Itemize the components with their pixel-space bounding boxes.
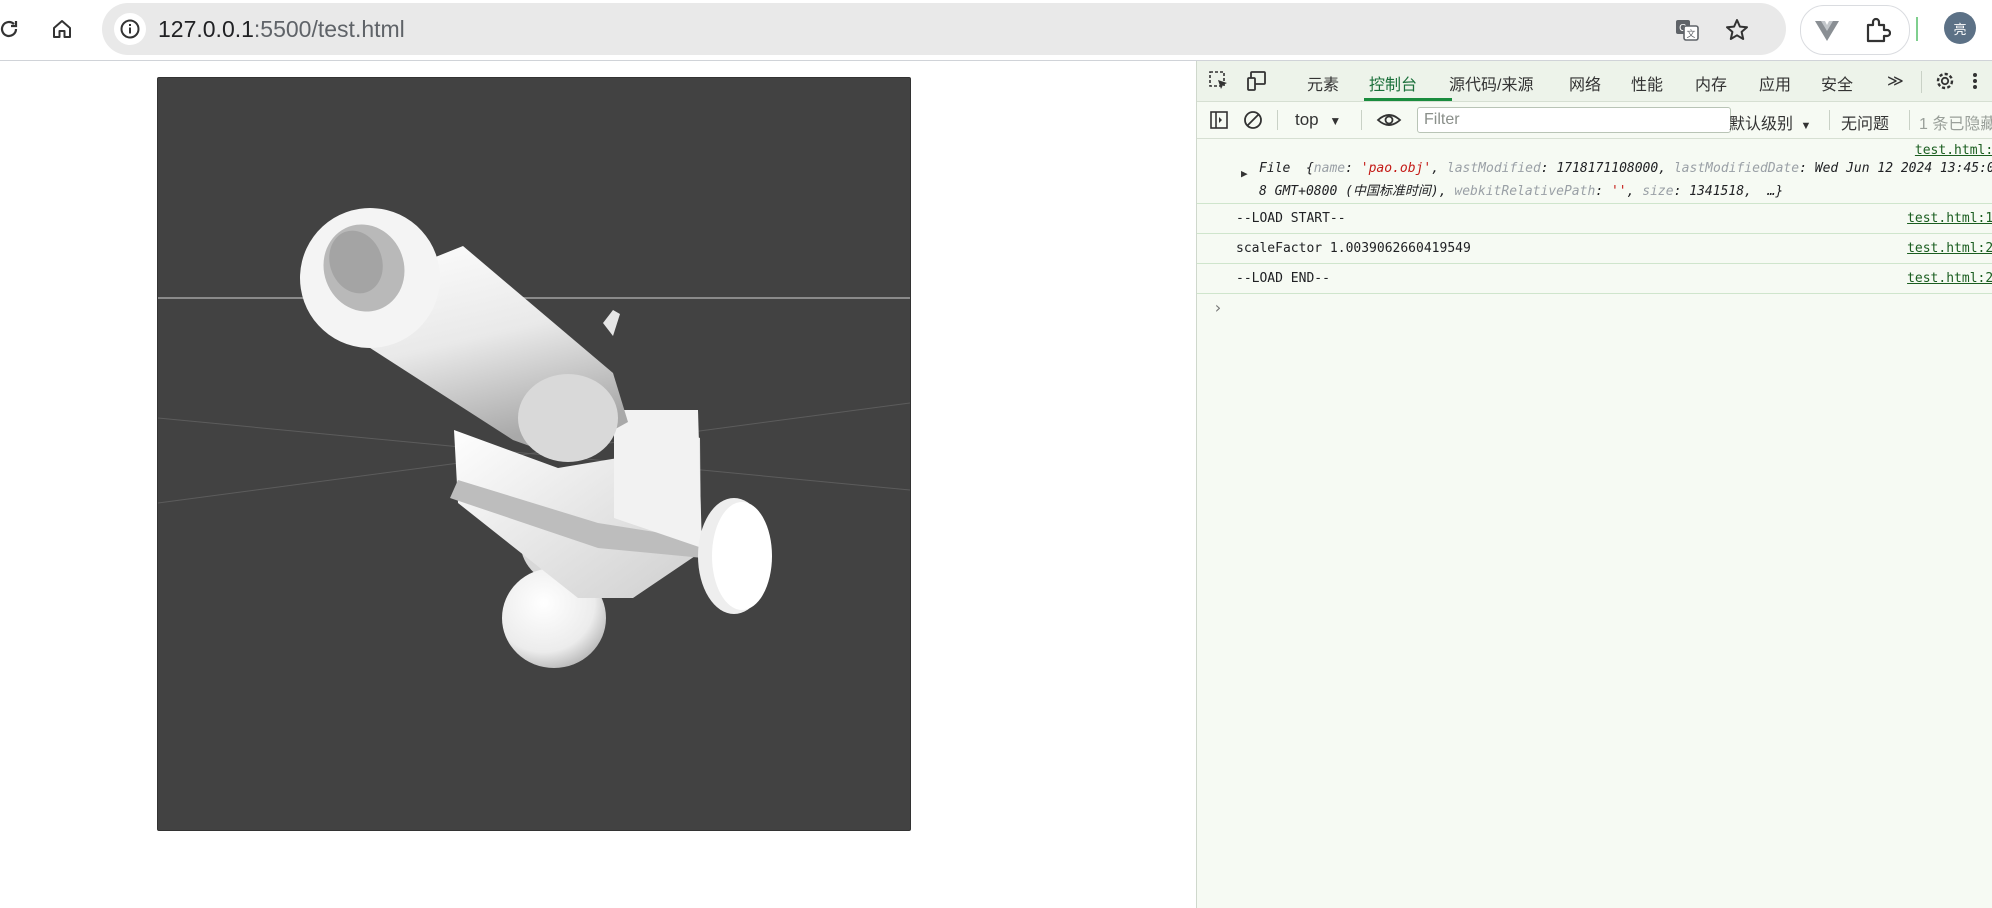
- toolbar-divider: [1277, 110, 1278, 130]
- prop-value: 1341518: [1689, 184, 1745, 199]
- page-content: [0, 61, 1196, 908]
- more-options-icon[interactable]: [1967, 69, 1983, 93]
- context-selector[interactable]: top ▼: [1295, 110, 1341, 130]
- tab-performance[interactable]: 性能: [1631, 71, 1663, 95]
- prop-value: '': [1610, 184, 1627, 199]
- tab-sources[interactable]: 源代码/来源: [1449, 71, 1533, 95]
- translate-icon[interactable]: G文: [1672, 15, 1702, 45]
- bookmark-star-icon[interactable]: [1722, 15, 1752, 45]
- extensions-icon[interactable]: [1863, 16, 1892, 49]
- log-text: --LOAD END--: [1236, 271, 1330, 286]
- prop-key: webkitRelativePath: [1454, 184, 1596, 199]
- live-expression-eye-icon[interactable]: [1375, 108, 1403, 132]
- toolbar-divider: [1829, 110, 1830, 130]
- message-source-link[interactable]: test.html:8: [1915, 143, 1992, 158]
- home-icon[interactable]: [47, 14, 77, 44]
- address-bar[interactable]: 127.0.0.1:5500/test.html G文: [102, 3, 1786, 55]
- sidebar-toggle-icon[interactable]: [1207, 108, 1231, 132]
- url-host: 127.0.0.1: [158, 16, 254, 42]
- active-tab-indicator: [1364, 98, 1452, 101]
- tab-elements[interactable]: 元素: [1307, 71, 1339, 95]
- log-text: scaleFactor 1.0039062660419549: [1236, 241, 1471, 256]
- toolbar-divider: [1909, 110, 1910, 130]
- console-toolbar: top ▼ 默认级别 ▼ 无问题 1 条已隐藏: [1197, 102, 1992, 139]
- settings-gear-icon[interactable]: [1933, 69, 1957, 93]
- tab-console[interactable]: 控制台: [1369, 71, 1417, 95]
- reload-icon[interactable]: [0, 14, 24, 44]
- object-preview-line1: File {name: 'pao.obj', lastModified: 171…: [1259, 161, 1992, 176]
- context-value: top: [1295, 110, 1319, 129]
- tab-memory[interactable]: 内存: [1695, 71, 1727, 95]
- log-levels-dropdown[interactable]: 默认级别 ▼: [1729, 110, 1811, 134]
- vue-devtools-icon[interactable]: [1813, 16, 1841, 49]
- prop-key: size: [1642, 184, 1674, 199]
- console-message-object: test.html:8 ▶ File {name: 'pao.obj', las…: [1197, 139, 1992, 204]
- prop-key: lastModified: [1446, 161, 1541, 176]
- object-preview-line2: 8 GMT+0800 (中国标准时间), webkitRelativePath:…: [1259, 184, 1784, 199]
- inspect-element-icon[interactable]: [1207, 69, 1231, 93]
- prop-value: 'pao.obj': [1360, 161, 1432, 176]
- url-path: :5500/test.html: [253, 16, 405, 42]
- chevron-down-icon: ▼: [1329, 114, 1342, 128]
- extensions-area: [1800, 5, 1910, 55]
- message-source-link[interactable]: test.html:17: [1907, 211, 1992, 226]
- device-toolbar-icon[interactable]: [1245, 69, 1269, 93]
- log-levels-label: 默认级别: [1729, 116, 1794, 133]
- site-info-icon[interactable]: [114, 13, 146, 45]
- tab-network[interactable]: 网络: [1569, 71, 1601, 95]
- prop-value: 8 GMT+0800 (中国标准时间): [1259, 184, 1439, 199]
- prop-value: Wed Jun 12 2024 13:45:0: [1814, 161, 1992, 176]
- devtools-panel: 元素 控制台 源代码/来源 网络 性能 内存 应用 安全 ≫ top ▼ Fil…: [1196, 61, 1992, 908]
- prop-value: 1718171108000: [1556, 161, 1659, 176]
- object-type-label: File: [1259, 161, 1291, 176]
- console-filter-input[interactable]: [1417, 107, 1731, 133]
- svg-text:文: 文: [1686, 28, 1695, 40]
- tab-application[interactable]: 应用: [1759, 71, 1791, 95]
- console-message-log: --LOAD END-- test.html:21: [1197, 264, 1992, 294]
- more-tabs-button[interactable]: ≫: [1887, 71, 1904, 91]
- console-message-log: scaleFactor 1.0039062660419549 test.html…: [1197, 234, 1992, 264]
- barrel-ring: [518, 374, 618, 462]
- profile-avatar[interactable]: 亮: [1944, 12, 1976, 44]
- object-brace: {: [1305, 161, 1314, 176]
- hidden-messages-count: 1 条已隐藏: [1919, 116, 1992, 133]
- expand-triangle-icon[interactable]: ▶: [1241, 167, 1248, 180]
- url-text[interactable]: 127.0.0.1:5500/test.html: [158, 16, 405, 43]
- barrel-sight: [603, 310, 620, 336]
- console-output: test.html:8 ▶ File {name: 'pao.obj', las…: [1197, 139, 1992, 324]
- message-source-link[interactable]: test.html:21: [1907, 271, 1992, 286]
- prop-key: lastModifiedDate: [1673, 161, 1800, 176]
- message-source-link[interactable]: test.html:24: [1907, 241, 1992, 256]
- browser-toolbar: 127.0.0.1:5500/test.html G文 亮: [0, 0, 1992, 61]
- devtools-tabbar: 元素 控制台 源代码/来源 网络 性能 内存 应用 安全 ≫: [1197, 61, 1992, 102]
- chevron-down-icon: ▼: [1800, 120, 1812, 132]
- clear-console-icon[interactable]: [1241, 108, 1265, 132]
- object-ellipsis: …}: [1767, 184, 1784, 199]
- front-wheel-face: [712, 502, 772, 610]
- toolbar-divider: [1916, 17, 1918, 41]
- tabbar-divider: [1921, 71, 1922, 93]
- issues-counter[interactable]: 无问题: [1841, 110, 1889, 134]
- toolbar-divider: [1361, 110, 1362, 130]
- console-prompt-icon: ›: [1213, 298, 1223, 317]
- cannon-model: [158, 208, 910, 668]
- threejs-viewport[interactable]: [157, 77, 911, 831]
- prop-key: name: [1313, 161, 1346, 176]
- tab-security[interactable]: 安全: [1821, 71, 1853, 95]
- log-text: --LOAD START--: [1236, 211, 1346, 226]
- console-message-log: --LOAD START-- test.html:17: [1197, 204, 1992, 234]
- console-prompt-row[interactable]: ›: [1197, 294, 1992, 324]
